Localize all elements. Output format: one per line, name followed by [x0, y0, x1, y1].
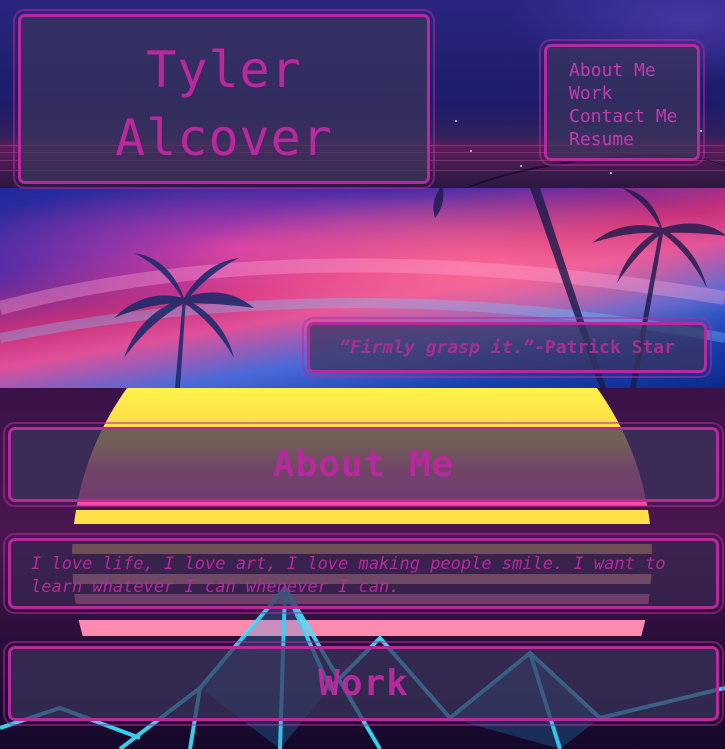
site-title-first-name: Tyler [146, 41, 302, 99]
main-nav: About Me Work Contact Me Resume [539, 39, 705, 166]
nav-link-about-me[interactable]: About Me [569, 59, 697, 82]
nav-link-work[interactable]: Work [569, 82, 697, 105]
about-me-heading-panel: About Me [3, 422, 724, 507]
about-me-body: I love life, I love art, I love making p… [31, 554, 666, 597]
about-me-text-panel: I love life, I love art, I love making p… [3, 533, 724, 614]
about-me-heading: About Me [272, 444, 455, 485]
quote-panel: “Firmly grasp it.” -Patrick Star [302, 317, 712, 378]
quote-author: -Patrick Star [534, 337, 675, 358]
site-title-last-name: Alcover [115, 109, 333, 167]
work-heading-panel: Work [3, 641, 724, 726]
site-title-panel: Tyler Alcover [13, 9, 435, 189]
quote-text: “Firmly grasp it.” [339, 337, 535, 358]
nav-link-resume[interactable]: Resume [569, 128, 697, 151]
nav-link-contact-me[interactable]: Contact Me [569, 105, 697, 128]
work-heading: Work [318, 663, 409, 704]
